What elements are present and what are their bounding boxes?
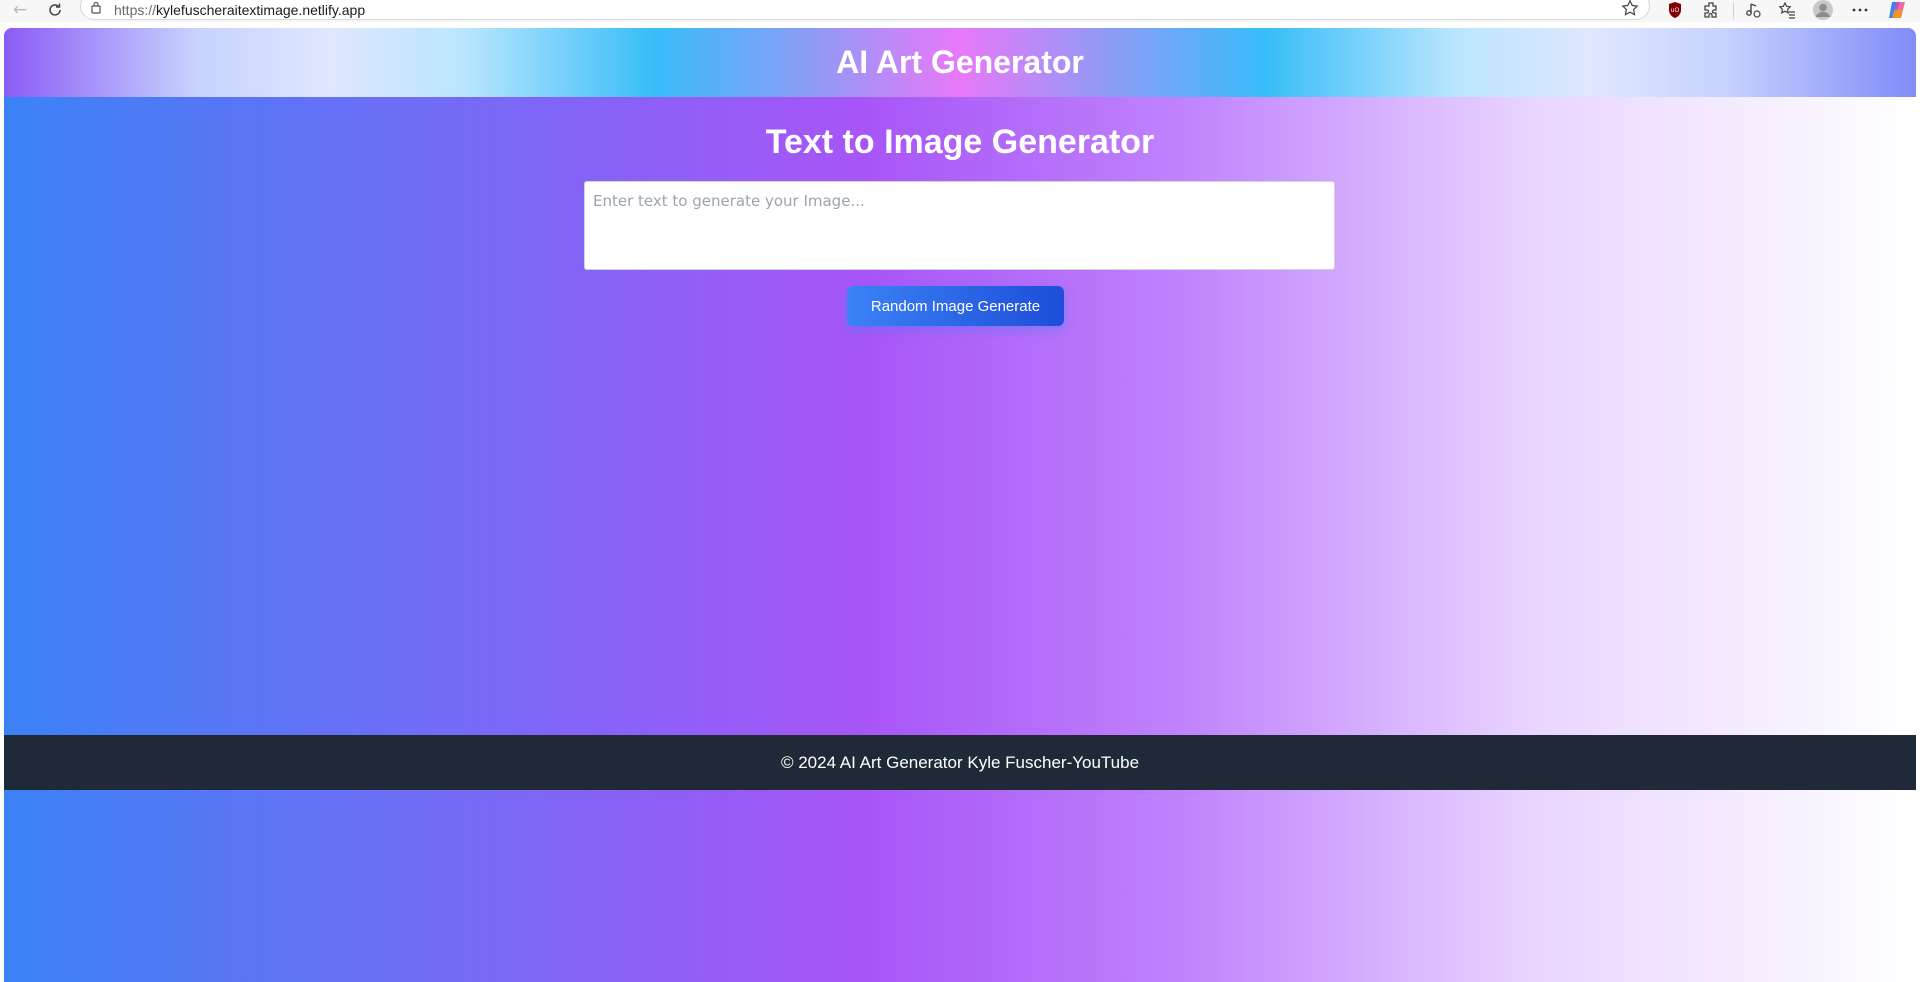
url-host: kylefuscheraitextimage.netlify.app — [156, 2, 366, 18]
site-title: AI Art Generator — [836, 44, 1084, 80]
random-image-generate-button[interactable]: Random Image Generate — [847, 286, 1064, 326]
browser-toolbar: ← https://kylefuscheraitextimage.netlify… — [0, 0, 1920, 22]
site-footer: © 2024 AI Art Generator Kyle Fuscher-You… — [4, 735, 1916, 790]
prompt-input[interactable] — [584, 181, 1335, 270]
favorites-icon[interactable] — [1775, 0, 1799, 20]
more-menu-icon[interactable] — [1848, 0, 1872, 20]
url-text[interactable]: https://kylefuscheraitextimage.netlify.a… — [114, 2, 365, 18]
footer-text: © 2024 AI Art Generator Kyle Fuscher-You… — [780, 752, 1140, 772]
profile-avatar[interactable] — [1811, 0, 1835, 20]
copilot-icon[interactable] — [1885, 0, 1909, 20]
reload-icon[interactable] — [44, 0, 66, 20]
svg-text:uO: uO — [1671, 7, 1680, 14]
lock-icon[interactable] — [91, 1, 101, 14]
extensions-icon[interactable] — [1699, 0, 1723, 20]
star-icon[interactable] — [1621, 0, 1639, 17]
address-bar[interactable]: https://kylefuscheraitextimage.netlify.a… — [80, 0, 1650, 20]
site-header: AI Art Generator — [4, 28, 1916, 97]
media-control-icon[interactable] — [1741, 0, 1765, 20]
back-icon[interactable]: ← — [9, 0, 31, 20]
page-viewport: AI Art Generator Text to Image Generator… — [4, 28, 1916, 982]
url-scheme: https:// — [114, 2, 157, 18]
page-heading: Text to Image Generator — [765, 123, 1155, 161]
main-content: Text to Image Generator Random Image Gen… — [4, 97, 1916, 738]
ublock-extension-icon[interactable]: uO — [1663, 0, 1687, 20]
toolbar-separator — [1733, 3, 1734, 19]
